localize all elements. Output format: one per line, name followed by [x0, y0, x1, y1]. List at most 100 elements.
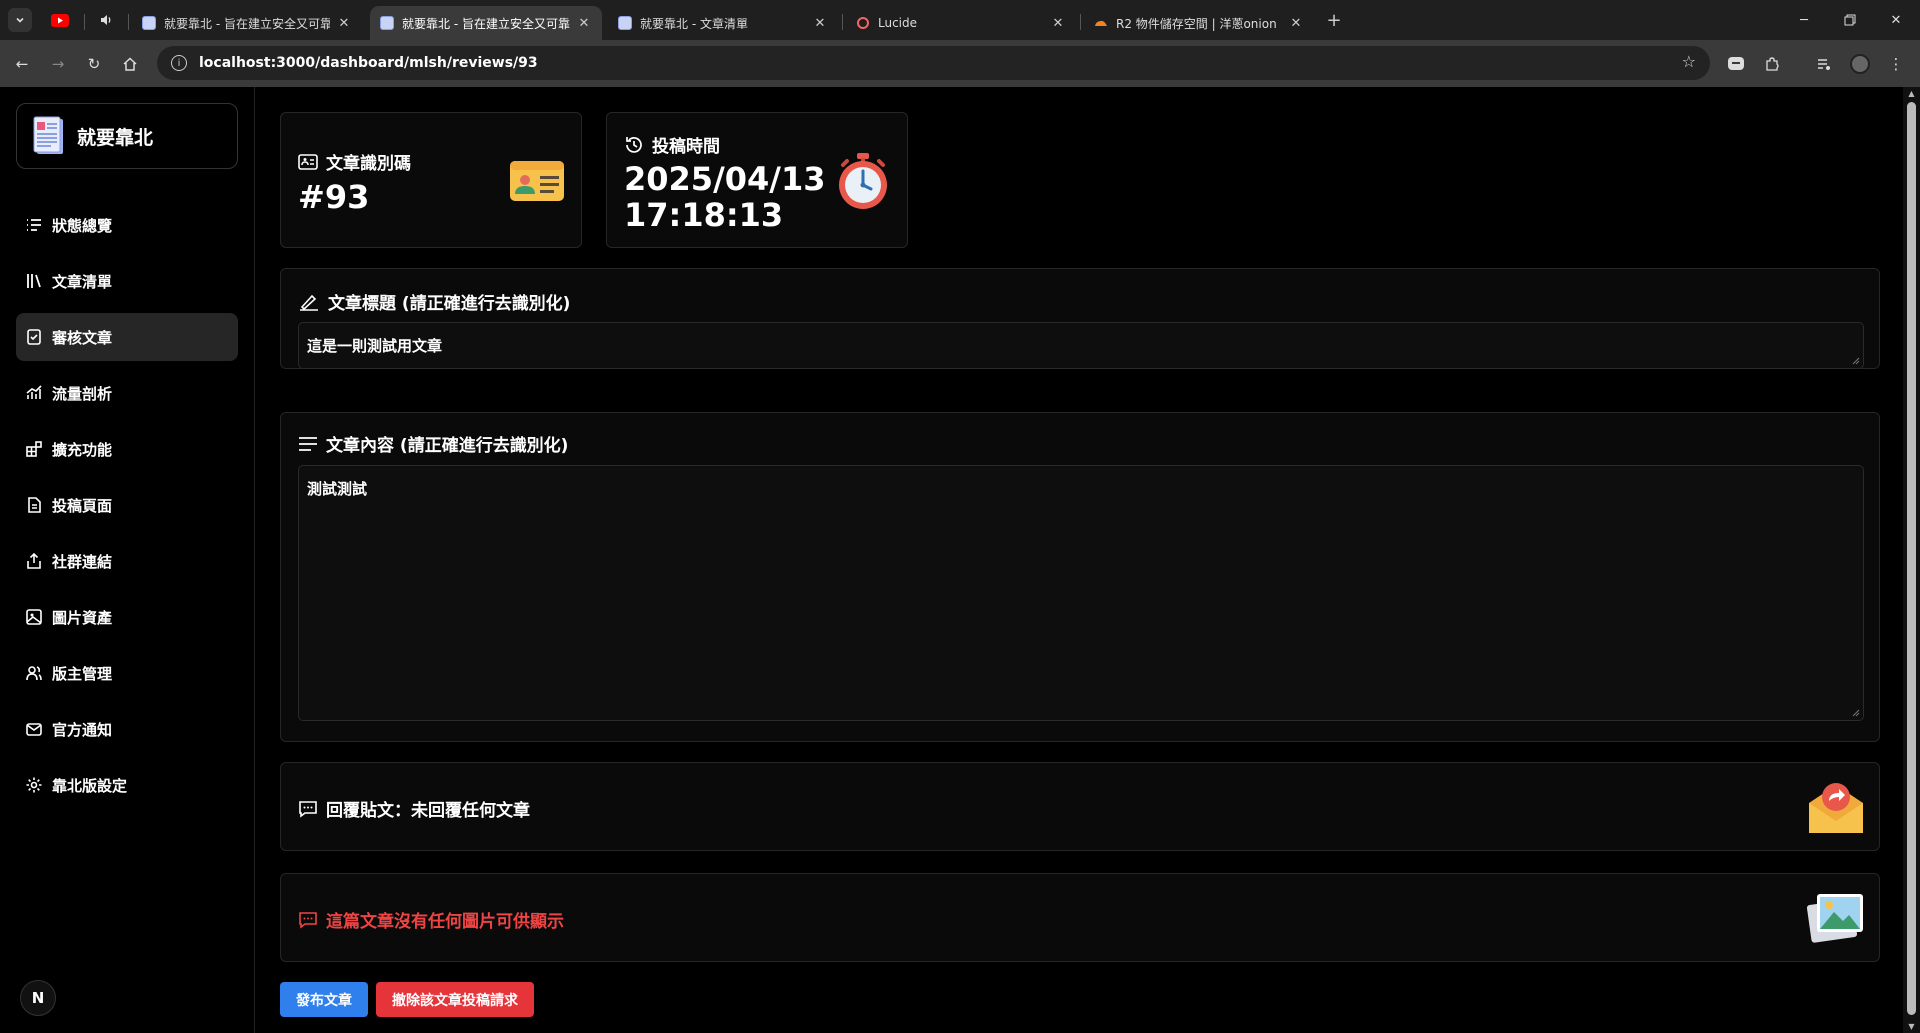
- reload-button[interactable]: ↻: [80, 50, 108, 78]
- post-id-label: 文章識別碼: [298, 149, 411, 174]
- resize-handle-icon[interactable]: [1852, 357, 1860, 365]
- library-icon: [24, 271, 44, 291]
- close-tab-icon[interactable]: ✕: [812, 16, 828, 31]
- close-tab-icon[interactable]: ✕: [1288, 16, 1304, 31]
- url-text: localhost:3000/dashboard/mlsh/reviews/93: [199, 55, 538, 71]
- browser-tab[interactable]: Lucide ✕: [846, 6, 1076, 40]
- address-bar[interactable]: i localhost:3000/dashboard/mlsh/reviews/…: [157, 46, 1710, 80]
- users-icon: [24, 663, 44, 683]
- audio-pinned-tab[interactable]: [94, 8, 118, 32]
- close-window-button[interactable]: ✕: [1876, 6, 1916, 34]
- title-input[interactable]: 這是一則測試用文章: [298, 322, 1864, 369]
- extensions-button[interactable]: [1758, 50, 1786, 78]
- sidebar-item-settings[interactable]: 靠北版設定: [16, 761, 238, 809]
- page-favicon-icon: [380, 16, 394, 30]
- browser-toolbar: ← → ↻ i localhost:3000/dashboard/mlsh/re…: [0, 40, 1920, 87]
- text-align-icon: [299, 436, 317, 451]
- message-square-icon: [299, 800, 317, 818]
- reload-icon: ↻: [87, 55, 101, 73]
- post-id-value: #93: [298, 178, 370, 216]
- mail-icon: [24, 719, 44, 739]
- signature-pen-icon: [300, 294, 318, 311]
- gear-icon: [24, 775, 44, 795]
- page-favicon-icon: [618, 16, 632, 30]
- scroll-up-icon[interactable]: ▲: [1907, 89, 1916, 98]
- browser-tab[interactable]: 就要靠北 - 文章清單 ✕: [608, 6, 838, 40]
- restore-icon: [1844, 14, 1856, 26]
- title-label: 文章標題 (請正確進行去識別化): [298, 289, 570, 314]
- images-section: 這篇文章沒有任何圖片可供顯示: [280, 873, 1880, 962]
- plus-icon: +: [1326, 9, 1342, 31]
- scroll-down-icon[interactable]: ▼: [1907, 1022, 1916, 1031]
- close-tab-icon[interactable]: ✕: [576, 16, 592, 31]
- submit-clock: 17:18:13: [624, 196, 784, 234]
- extension-chat-button[interactable]: [1722, 50, 1750, 78]
- youtube-icon: [51, 13, 69, 27]
- reply-section: 回覆貼文：未回覆任何文章: [280, 762, 1880, 851]
- submit-date: 2025/04/13: [624, 160, 826, 198]
- id-card-icon: [298, 153, 318, 170]
- sidebar-item-review[interactable]: 審核文章: [16, 313, 238, 361]
- chevron-down-icon: [16, 17, 24, 23]
- reply-label: 回覆貼文：未回覆任何文章: [298, 796, 530, 821]
- sidebar-item-moderators[interactable]: 版主管理: [16, 649, 238, 697]
- browser-menu-button[interactable]: ⋮: [1882, 50, 1910, 78]
- sidebar-item-analytics[interactable]: 流量剖析: [16, 369, 238, 417]
- new-tab-button[interactable]: +: [1322, 8, 1346, 32]
- puzzle-icon: [1766, 57, 1779, 71]
- back-button[interactable]: ←: [8, 50, 36, 78]
- youtube-pinned-tab[interactable]: [48, 8, 72, 32]
- cloudflare-favicon-icon: [1095, 20, 1107, 26]
- submit-time-card: 投稿時間 2025/04/13 17:18:13: [606, 112, 908, 248]
- profile-avatar[interactable]: [1846, 50, 1874, 78]
- browser-tab[interactable]: 就要靠北 - 旨在建立安全又可靠 ✕: [132, 6, 362, 40]
- sidebar-item-submit-page[interactable]: 投稿頁面: [16, 481, 238, 529]
- nextjs-dev-badge[interactable]: N: [20, 980, 56, 1016]
- page-favicon-icon: [142, 16, 156, 30]
- close-icon: ✕: [1890, 12, 1902, 28]
- forward-button[interactable]: →: [44, 50, 72, 78]
- notepad-logo-icon: [33, 116, 63, 154]
- resize-handle-icon[interactable]: [1852, 709, 1860, 717]
- browser-tab-strip: 就要靠北 - 旨在建立安全又可靠 ✕ 就要靠北 - 旨在建立安全又可靠 ✕ 就要…: [0, 0, 1920, 40]
- history-icon: [626, 136, 642, 153]
- reply-envelope-illustration-icon: [1809, 783, 1863, 833]
- minimize-button[interactable]: ─: [1784, 6, 1824, 34]
- minimize-icon: ─: [1800, 12, 1808, 28]
- sidebar-item-articles[interactable]: 文章清單: [16, 257, 238, 305]
- reject-submission-button[interactable]: 撤除該文章投稿請求: [376, 982, 534, 1017]
- message-square-icon: [299, 911, 317, 929]
- site-info-icon[interactable]: i: [171, 55, 187, 71]
- chart-icon: [24, 383, 44, 403]
- bookmark-star-icon[interactable]: ☆: [1682, 52, 1696, 71]
- sidebar-item-image-assets[interactable]: 圖片資產: [16, 593, 238, 641]
- restore-button[interactable]: [1830, 6, 1870, 34]
- sidebar-item-notifications[interactable]: 官方通知: [16, 705, 238, 753]
- brand-header[interactable]: 就要靠北: [16, 103, 238, 169]
- page-scrollbar[interactable]: ▲ ▼: [1903, 87, 1920, 1033]
- scrollbar-thumb[interactable]: [1907, 102, 1916, 1015]
- lucide-favicon-icon: [857, 17, 869, 29]
- content-label: 文章內容 (請正確進行去識別化): [298, 431, 568, 456]
- browser-tab-active[interactable]: 就要靠北 - 旨在建立安全又可靠 ✕: [370, 6, 602, 40]
- stopwatch-illustration-icon: [839, 153, 887, 209]
- blocks-icon: [24, 439, 44, 459]
- file-text-icon: [24, 495, 44, 515]
- publish-button[interactable]: 發布文章: [280, 982, 368, 1017]
- tab-search-button[interactable]: [8, 8, 32, 32]
- chat-extension-icon: [1728, 57, 1744, 70]
- browser-tab[interactable]: R2 物件儲存空間 | 洋蔥onion ✕: [1084, 6, 1314, 40]
- close-tab-icon[interactable]: ✕: [336, 16, 352, 31]
- sidebar-item-extensions[interactable]: 擴充功能: [16, 425, 238, 473]
- speaker-icon: [101, 15, 111, 25]
- sidebar-nav: 狀態總覽 文章清單 審核文章 流量剖析 擴充功能 投稿頁面 社群連結 圖片資產 …: [16, 201, 238, 817]
- sidebar-item-social-links[interactable]: 社群連結: [16, 537, 238, 585]
- media-button[interactable]: [1810, 50, 1838, 78]
- sidebar: 就要靠北 狀態總覽 文章清單 審核文章 流量剖析 擴充功能 投稿頁面 社群連結 …: [0, 87, 255, 1033]
- close-tab-icon[interactable]: ✕: [1050, 16, 1066, 31]
- sidebar-item-overview[interactable]: 狀態總覽: [16, 201, 238, 249]
- home-button[interactable]: [116, 50, 144, 78]
- more-vertical-icon: ⋮: [1888, 55, 1904, 73]
- media-queue-icon: [1818, 59, 1830, 70]
- content-textarea[interactable]: 測試測試: [298, 465, 1864, 721]
